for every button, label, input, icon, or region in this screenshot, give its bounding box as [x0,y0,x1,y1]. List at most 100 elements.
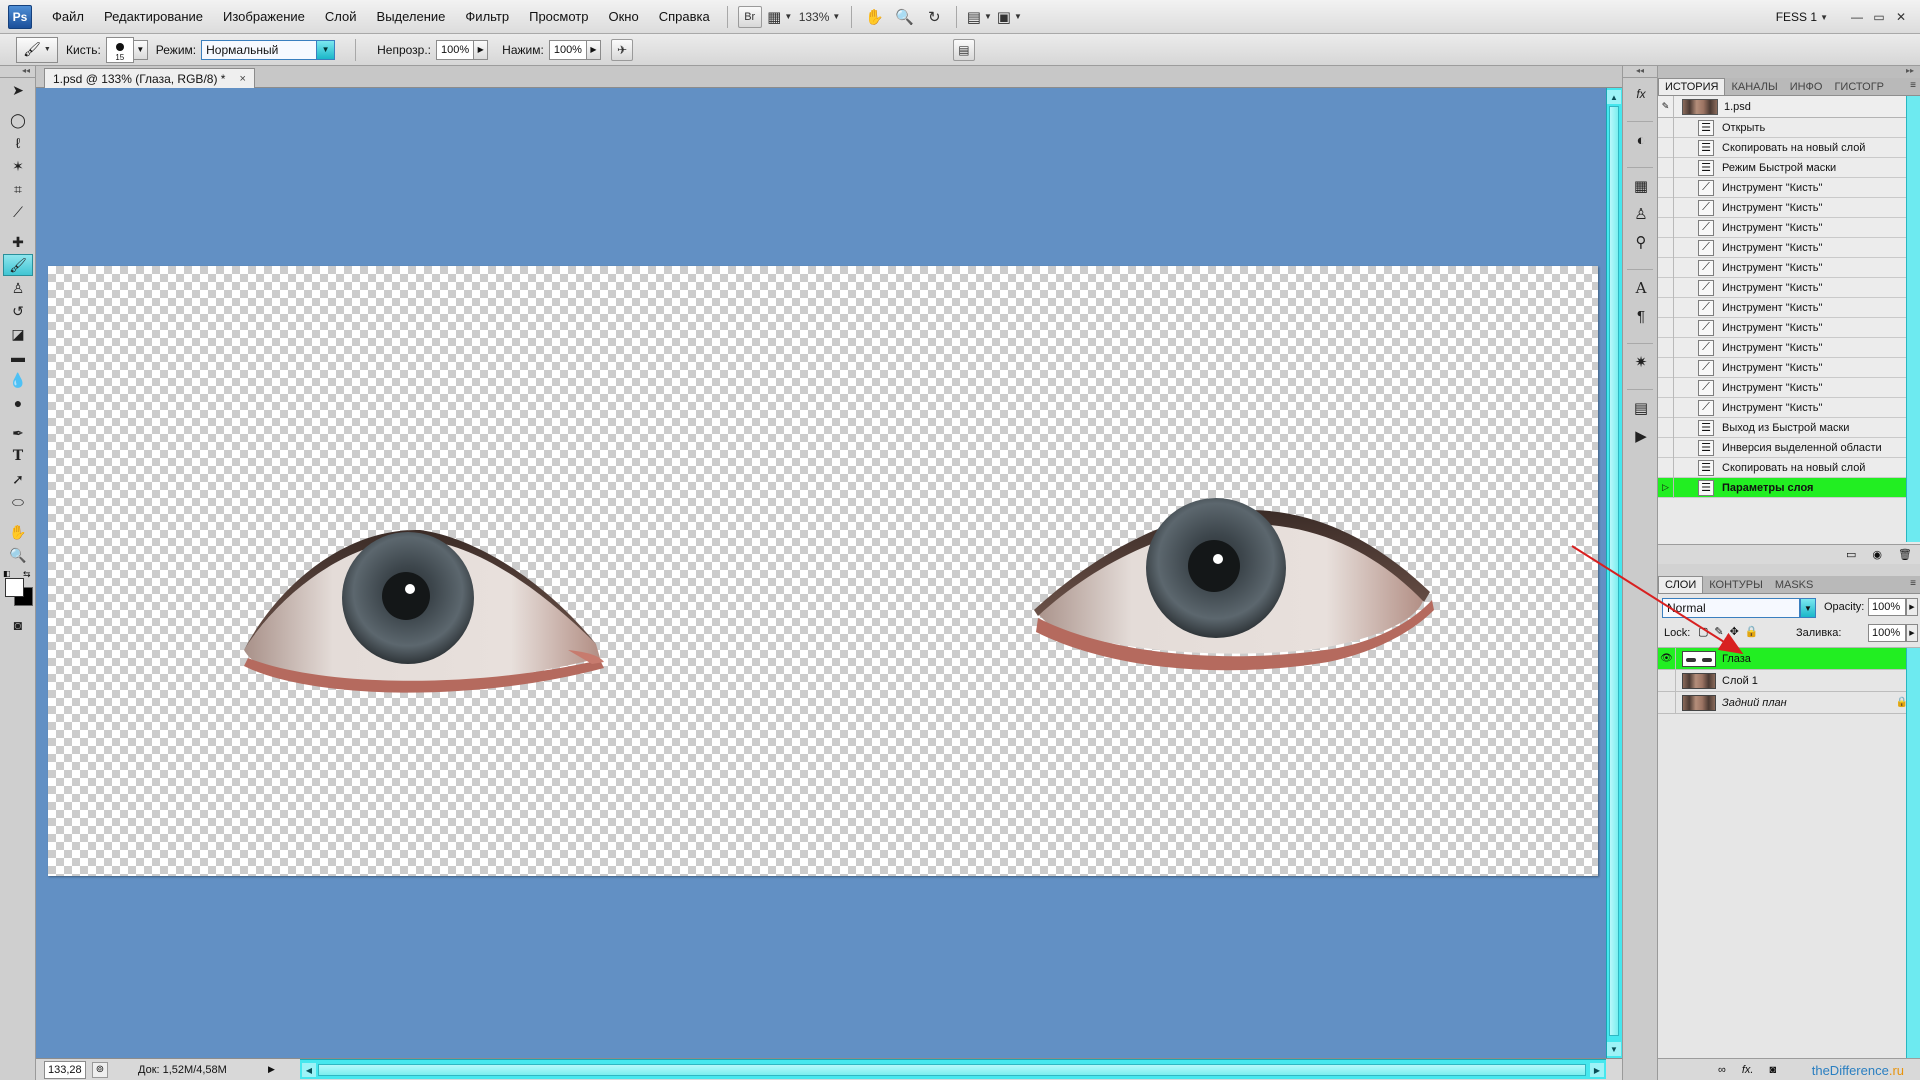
history-brush-source-toggle[interactable] [1658,397,1674,418]
clone-stamp-tool-icon[interactable]: ♙ [3,277,33,299]
history-brush-source-toggle[interactable] [1658,417,1674,438]
visibility-toggle[interactable] [1658,669,1676,692]
tab-layers[interactable]: СЛОИ [1658,576,1704,593]
layer-opacity-input[interactable]: 100% [1868,598,1906,616]
menu-help[interactable]: Справка [649,9,720,24]
magic-wand-tool-icon[interactable]: ✶ [3,155,33,177]
add-mask-icon[interactable]: ◙ [1769,1064,1776,1076]
layer-name[interactable]: Задний план [1722,697,1787,709]
history-brush-source-toggle[interactable] [1658,337,1674,358]
history-step[interactable]: ☰ Инверсия выделенной области [1658,437,1920,458]
layer-name[interactable]: Слой 1 [1722,675,1758,687]
layer-row-eyes[interactable]: 👁 Глаза [1658,647,1920,670]
healing-brush-tool-icon[interactable]: ✚ [3,231,33,253]
path-selection-tool-icon[interactable]: ➚ [3,468,33,490]
eraser-tool-icon[interactable]: ◪ [3,323,33,345]
history-brush-source-toggle[interactable] [1658,217,1674,238]
document-tab[interactable]: 1.psd @ 133% (Глаза, RGB/8) * × [44,68,255,88]
fill-arrow[interactable]: ▶ [1906,624,1918,642]
toolbar-collapse-icon[interactable]: ◂◂ [0,66,35,78]
menu-image[interactable]: Изображение [213,9,315,24]
history-step[interactable]: ⟋ Инструмент "Кисть" [1658,257,1920,278]
blend-mode-select[interactable]: Нормальный [201,39,318,60]
history-brush-source-toggle[interactable] [1658,237,1674,258]
history-brush-source-toggle[interactable] [1658,177,1674,198]
status-zoom-icon[interactable]: ⊚ [92,1061,108,1078]
maximize-button[interactable]: ▭ [1868,10,1890,24]
opacity-input[interactable]: 100% [436,39,475,60]
canvas-vertical-scrollbar[interactable]: ▲ ▼ [1606,88,1622,1058]
swatches-icon[interactable]: ▦ [1626,174,1656,198]
shape-tool-icon[interactable]: ⬭ [3,491,33,513]
visibility-toggle[interactable] [1658,691,1676,714]
menu-select[interactable]: Выделение [367,9,456,24]
menu-view[interactable]: Просмотр [519,9,598,24]
tool-presets-icon[interactable]: ⚲ [1626,230,1656,254]
history-step[interactable]: ⟋ Инструмент "Кисть" [1658,337,1920,358]
layer-blend-mode-select[interactable]: Normal [1662,598,1800,618]
history-step[interactable]: ⟋ Инструмент "Кисть" [1658,377,1920,398]
brushes-panel-icon[interactable]: ▤ [952,38,975,61]
bridge-button[interactable]: Br [737,5,762,28]
lasso-tool-icon[interactable]: ℓ [3,132,33,154]
hand-tool-icon[interactable]: ✋ [862,6,886,28]
vertical-scroll-thumb[interactable] [1609,106,1619,1036]
flow-input[interactable]: 100% [548,39,587,60]
marquee-tool-icon[interactable]: ◯ [3,109,33,131]
mini-bridge-icon[interactable]: ▦ ▼ [767,6,792,28]
history-step[interactable]: ☰ Скопировать на новый слой [1658,457,1920,478]
layer-row-layer1[interactable]: Слой 1 [1658,669,1920,692]
tab-history[interactable]: ИСТОРИЯ [1658,78,1726,95]
crop-tool-icon[interactable]: ⌗ [3,178,33,200]
airbrush-icon[interactable]: ✈ [610,38,633,61]
history-brush-tool-icon[interactable]: ↺ [3,300,33,322]
minimize-button[interactable]: — [1846,10,1868,24]
document-canvas[interactable] [48,266,1598,876]
status-zoom-input[interactable]: 133,28 [44,1060,86,1079]
history-step[interactable]: ▷ ☰ Параметры слоя [1658,477,1920,498]
fx-styles-icon[interactable]: fx [1626,82,1656,106]
history-step[interactable]: ⟋ Инструмент "Кисть" [1658,397,1920,418]
history-step[interactable]: ⟋ Инструмент "Кисть" [1658,277,1920,298]
zoom-level-dropdown[interactable]: 133% ▼ [795,10,845,24]
document-close-icon[interactable]: × [239,73,245,85]
history-brush-source-toggle[interactable] [1658,277,1674,298]
opacity-slider-arrow[interactable]: ▶ [474,39,489,60]
new-snapshot-icon[interactable]: ◉ [1872,548,1882,561]
scroll-down-icon[interactable]: ▼ [1607,1042,1621,1056]
swap-colors-icon[interactable]: ⇆ [23,569,31,580]
history-step[interactable]: ☰ Открыть [1658,118,1920,138]
dock-collapse-icon[interactable]: ◂◂ [1623,66,1657,78]
history-brush-source-toggle[interactable] [1658,157,1674,178]
paragraph-icon[interactable]: ¶ [1626,304,1656,328]
lock-image-icon[interactable]: ✎ [1714,625,1723,638]
menu-edit[interactable]: Редактирование [94,9,213,24]
history-step[interactable]: ⟋ Инструмент "Кисть" [1658,297,1920,318]
history-step[interactable]: ⟋ Инструмент "Кисть" [1658,317,1920,338]
panels-collapse-icon[interactable]: ▸▸ [1658,66,1920,78]
clone-source-icon[interactable]: ♙ [1626,202,1656,226]
lock-position-icon[interactable]: ✥ [1730,625,1739,638]
layers-scrollbar[interactable] [1906,648,1920,1058]
history-brush-source-toggle[interactable] [1658,457,1674,478]
history-brush-source-toggle[interactable] [1658,257,1674,278]
brush-tool-icon[interactable]: 🖌 [3,254,33,276]
history-step[interactable]: ⟋ Инструмент "Кисть" [1658,217,1920,238]
rotate-view-icon[interactable]: ↻ [922,6,946,28]
link-layers-icon[interactable]: ∞ [1718,1064,1726,1076]
gradient-tool-icon[interactable]: ▬ [3,346,33,368]
screen-mode-icon[interactable]: ▣ ▼ [997,6,1022,28]
layer-name[interactable]: Глаза [1722,653,1751,665]
history-step[interactable]: ⟋ Инструмент "Кисть" [1658,177,1920,198]
lock-transparency-icon[interactable]: ▢ [1698,625,1708,638]
brush-picker[interactable]: 15 [105,36,134,63]
new-document-icon[interactable]: ▭ [1846,548,1856,561]
panel-menu-icon[interactable]: ≡ [1910,578,1916,589]
zoom-tool-icon[interactable]: 🔍 [3,544,33,566]
dodge-tool-icon[interactable]: ● [3,392,33,414]
menu-file[interactable]: Файл [42,9,94,24]
canvas-pasteboard[interactable] [36,88,1606,1058]
history-brush-source-toggle[interactable] [1658,377,1674,398]
panel-menu-icon[interactable]: ≡ [1910,80,1916,91]
history-scrollbar[interactable] [1906,96,1920,542]
